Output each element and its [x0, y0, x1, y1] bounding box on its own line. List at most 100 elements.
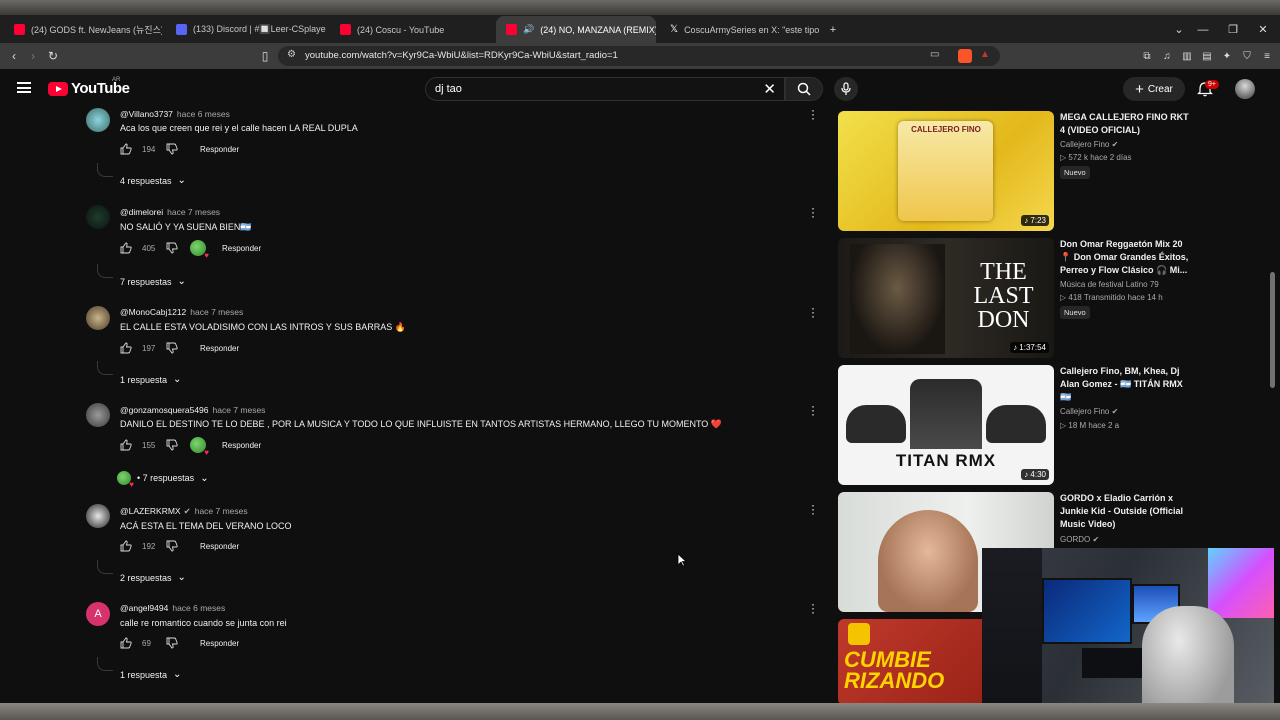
view-replies-button[interactable]: 4 respuestas ⌄: [120, 175, 186, 186]
comment-author[interactable]: @angel9494 hace 6 meses: [120, 603, 225, 613]
browser-tab-1[interactable]: (24) GODS ft. NewJeans (뉴진스) (Vid: [4, 16, 162, 43]
creator-heart-icon: [190, 240, 209, 260]
dislike-icon[interactable]: [166, 540, 178, 552]
search-button[interactable]: [785, 77, 823, 101]
browser-tab-5[interactable]: 𝕏 CoscuArmySeries en X: "este tipo me: [660, 16, 820, 43]
dislike-icon[interactable]: [166, 143, 178, 155]
video-title[interactable]: Callejero Fino, BM, Khea, Dj Alan Gomez …: [1060, 365, 1190, 404]
avatar[interactable]: [86, 108, 110, 132]
cast-icon[interactable]: ▭: [930, 49, 939, 60]
more-options-icon[interactable]: · · ·: [810, 598, 816, 618]
desktop-strip-bottom: [0, 703, 1280, 720]
clear-search-icon[interactable]: ✕: [763, 80, 776, 98]
dislike-icon[interactable]: [166, 439, 178, 451]
bookmark-icon[interactable]: ▯: [256, 47, 274, 65]
thumbnail-art: [878, 510, 978, 612]
avatar[interactable]: A: [86, 602, 110, 626]
forward-button[interactable]: ›: [24, 47, 42, 65]
video-thumbnail[interactable]: THE LAST DON ♪ 1:37:54: [838, 238, 1054, 358]
like-icon[interactable]: [120, 439, 132, 451]
reply-button[interactable]: Responder: [222, 441, 261, 450]
youtube-logo[interactable]: YouTube AR: [48, 77, 130, 97]
browser-tab-active[interactable]: 🔊 (24) NO, MANZANA (REMIX) ✕: [496, 16, 656, 43]
verified-icon: ✔: [183, 506, 191, 516]
view-replies-button[interactable]: 1 respuesta ⌄: [120, 374, 181, 385]
channel-name[interactable]: Callejero Fino ✔: [1060, 407, 1118, 416]
view-replies-button[interactable]: 1 respuesta ⌄: [120, 669, 181, 680]
chevron-down-icon: ⌄: [177, 276, 186, 287]
more-options-icon[interactable]: · · ·: [810, 202, 816, 222]
reply-button[interactable]: Responder: [200, 542, 239, 551]
comment-author[interactable]: @MonoCabj1212 hace 7 meses: [120, 307, 243, 317]
dislike-icon[interactable]: [166, 637, 178, 649]
close-window-button[interactable]: ✕: [1248, 16, 1278, 43]
thumbnail-text: CALLEJERO FINO: [911, 125, 981, 134]
back-button[interactable]: ‹: [5, 47, 23, 65]
wallet-icon[interactable]: ▤: [1200, 49, 1214, 63]
brave-shield-icon[interactable]: [958, 49, 972, 63]
video-thumbnail[interactable]: CALLEJERO FINO ♪ 7:23: [838, 111, 1054, 231]
comment-author[interactable]: @dimelorei hace 7 meses: [120, 207, 220, 217]
channel-name[interactable]: GORDO ✔: [1060, 535, 1099, 544]
browser-tab-2[interactable]: (133) Discord | #🔲Leer-CSplayers: [166, 16, 326, 43]
voice-search-button[interactable]: [834, 77, 858, 101]
sidebar-icon[interactable]: ▥: [1180, 49, 1194, 63]
rewards-icon[interactable]: ▲: [980, 49, 990, 60]
like-icon[interactable]: [120, 342, 132, 354]
channel-logo: [848, 623, 870, 645]
motorcycle-left: [846, 405, 906, 443]
channel-name[interactable]: Callejero Fino ✔: [1060, 140, 1118, 149]
reply-button[interactable]: Responder: [200, 639, 239, 648]
thread-connector: [97, 560, 113, 574]
comment-author[interactable]: @Villano3737 hace 6 meses: [120, 109, 230, 119]
more-options-icon[interactable]: · · ·: [810, 302, 816, 322]
comment-actions: 194 Responder: [120, 142, 239, 156]
video-title[interactable]: GORDO x Eladio Carrión x Junkie Kid - Ou…: [1060, 492, 1190, 531]
channel-name[interactable]: Música de festival Latino 79: [1060, 280, 1159, 289]
like-count: 405: [142, 243, 156, 253]
search-input[interactable]: dj tao ✕: [425, 77, 785, 101]
browser-tab-3[interactable]: (24) Coscu - YouTube: [330, 16, 492, 43]
vpn-icon[interactable]: ⛉: [1240, 49, 1254, 63]
comment-author[interactable]: @LAZERKRMX ✔ hace 7 meses: [120, 506, 248, 517]
avatar[interactable]: [86, 403, 110, 427]
like-icon[interactable]: [120, 637, 132, 649]
maximize-button[interactable]: ❐: [1218, 16, 1248, 43]
like-icon[interactable]: [120, 540, 132, 552]
like-icon[interactable]: [120, 143, 132, 155]
page-scrollbar[interactable]: [1270, 272, 1275, 388]
like-count: 197: [142, 343, 156, 353]
view-replies-button[interactable]: • 7 respuestas⌄: [117, 471, 209, 489]
avatar[interactable]: [86, 205, 110, 229]
more-options-icon[interactable]: · · ·: [810, 104, 816, 124]
address-bar[interactable]: ⚙ youtube.com/watch?v=Kyr9Ca-WbiU&list=R…: [278, 46, 1000, 66]
dislike-icon[interactable]: [166, 342, 178, 354]
like-icon[interactable]: [120, 242, 132, 254]
avatar[interactable]: [86, 504, 110, 528]
video-title[interactable]: Don Omar Reggaetón Mix 20 📍 Don Omar Gra…: [1060, 238, 1190, 277]
menu-icon[interactable]: [17, 82, 31, 93]
reply-button[interactable]: Responder: [200, 344, 239, 353]
minimize-button[interactable]: —: [1188, 16, 1218, 43]
new-tab-button[interactable]: +: [818, 16, 848, 43]
account-avatar[interactable]: [1235, 79, 1255, 99]
more-options-icon[interactable]: · · ·: [810, 499, 816, 519]
avatar[interactable]: [86, 306, 110, 330]
more-options-icon[interactable]: · · ·: [810, 400, 816, 420]
media-icon[interactable]: ♫: [1160, 49, 1174, 63]
dislike-icon[interactable]: [166, 242, 178, 254]
video-thumbnail[interactable]: TITAN RMX ♪ 4:30: [838, 365, 1054, 485]
view-replies-button[interactable]: 7 respuestas ⌄: [120, 276, 186, 287]
video-title[interactable]: MEGA CALLEJERO FINO RKT 4 (VIDEO OFICIAL…: [1060, 111, 1190, 137]
comment-author[interactable]: @gonzamosquera5496 hace 7 meses: [120, 405, 265, 415]
site-info-icon[interactable]: ⚙: [287, 49, 296, 60]
reply-button[interactable]: Responder: [200, 145, 239, 154]
menu-icon[interactable]: ≡: [1260, 49, 1274, 63]
create-button[interactable]: + Crear: [1123, 77, 1185, 101]
view-replies-button[interactable]: 2 respuestas ⌄: [120, 572, 186, 583]
reply-button[interactable]: Responder: [222, 244, 261, 253]
verified-icon: ✔: [1111, 407, 1119, 416]
extensions-icon[interactable]: ⧉: [1140, 49, 1154, 63]
reload-button[interactable]: ↻: [44, 47, 62, 65]
ai-icon[interactable]: ✦: [1220, 49, 1234, 63]
